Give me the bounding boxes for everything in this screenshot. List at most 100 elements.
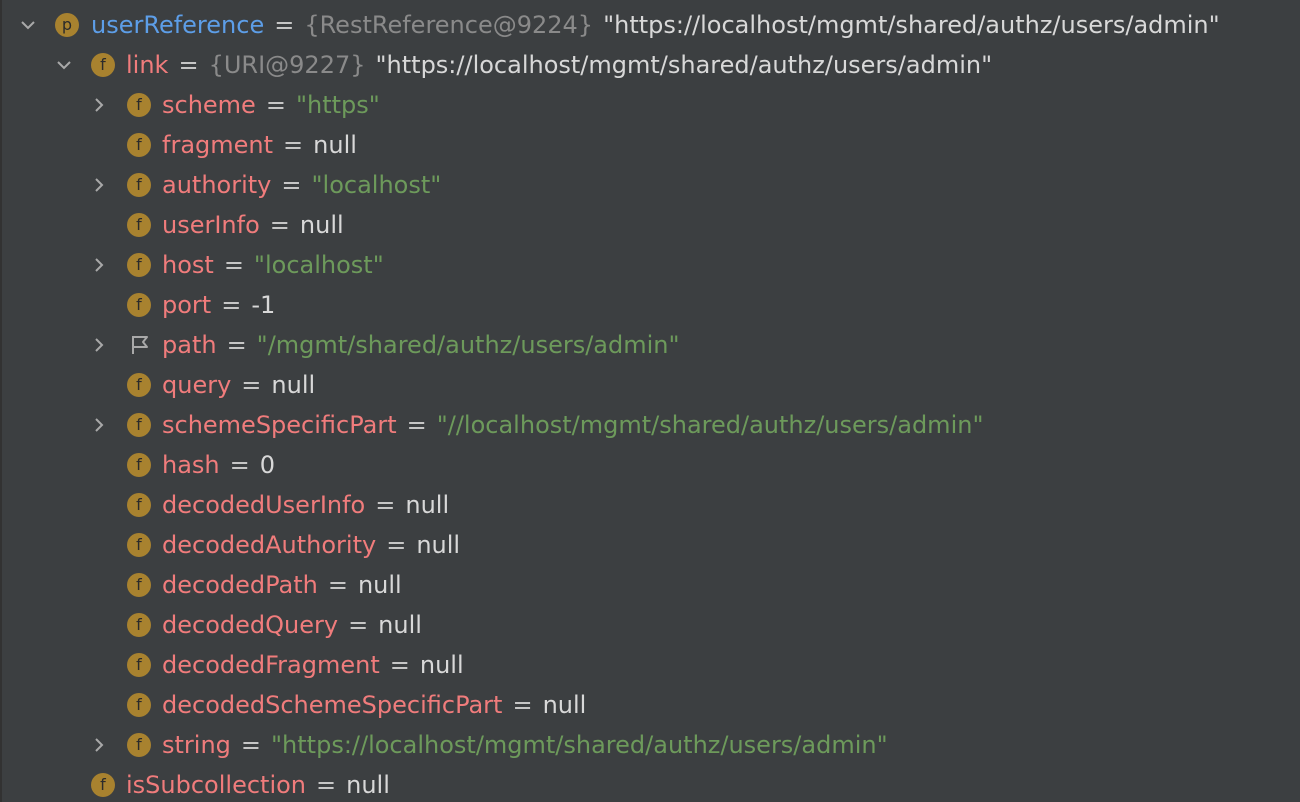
tree-row-scheme[interactable]: f scheme = "https" bbox=[0, 85, 1300, 125]
field-icon: f bbox=[127, 173, 151, 197]
tree-row-path[interactable]: path = "/mgmt/shared/authz/users/admin" bbox=[0, 325, 1300, 365]
variable-value: "https://localhost/mgmt/shared/authz/use… bbox=[603, 11, 1220, 39]
variable-name: decodedSchemeSpecificPart bbox=[162, 691, 503, 719]
tree-row-decodedPath[interactable]: f decodedPath = null bbox=[0, 565, 1300, 605]
equals-sign: = bbox=[240, 731, 262, 759]
variable-name: authority bbox=[162, 171, 272, 199]
tree-row-fragment[interactable]: f fragment = null bbox=[0, 125, 1300, 165]
variable-value: null bbox=[416, 531, 461, 559]
field-icon: f bbox=[127, 213, 151, 237]
variable-value: null bbox=[299, 211, 344, 239]
field-icon: f bbox=[127, 93, 151, 117]
equals-sign: = bbox=[406, 411, 427, 439]
chevron-down-icon[interactable] bbox=[20, 17, 36, 33]
chevron-right-icon[interactable] bbox=[91, 177, 107, 193]
equals-sign: = bbox=[316, 771, 337, 799]
variable-value: "https://localhost/mgmt/shared/authz/use… bbox=[375, 51, 993, 79]
equals-sign: = bbox=[375, 491, 396, 519]
variable-name: schemeSpecificPart bbox=[162, 411, 397, 439]
variable-name: link bbox=[126, 51, 169, 79]
variable-name: decodedFragment bbox=[162, 651, 380, 679]
equals-sign: = bbox=[389, 651, 410, 679]
variable-value: null bbox=[357, 571, 402, 599]
tree-row-query[interactable]: f query = null bbox=[0, 365, 1300, 405]
tree-row-decodedAuthority[interactable]: f decodedAuthority = null bbox=[0, 525, 1300, 565]
equals-sign: = bbox=[229, 451, 250, 479]
tree-row-authority[interactable]: f authority = "localhost" bbox=[0, 165, 1300, 205]
tree-row-schemeSpecificPart[interactable]: f schemeSpecificPart = "//localhost/mgmt… bbox=[0, 405, 1300, 445]
chevron-right-icon[interactable] bbox=[91, 257, 107, 273]
tree-row-port[interactable]: f port = -1 bbox=[0, 285, 1300, 325]
chevron-right-icon[interactable] bbox=[91, 737, 107, 753]
tree-row-link[interactable]: f link = {URI@9227} "https://localhost/m… bbox=[0, 45, 1300, 85]
field-icon: f bbox=[127, 253, 151, 277]
tree-row-decodedFragment[interactable]: f decodedFragment = null bbox=[0, 645, 1300, 685]
tree-row-hash[interactable]: f hash = 0 bbox=[0, 445, 1300, 485]
variable-value: "/mgmt/shared/authz/users/admin" bbox=[256, 331, 680, 359]
equals-sign: = bbox=[241, 371, 262, 399]
variable-value: null bbox=[419, 651, 464, 679]
equals-sign: = bbox=[348, 611, 369, 639]
object-reference: {RestReference@9224} bbox=[304, 11, 594, 39]
variable-value: 0 bbox=[259, 451, 276, 479]
chevron-right-icon[interactable] bbox=[91, 337, 107, 353]
variable-value: "localhost" bbox=[253, 251, 384, 279]
variable-name: host bbox=[162, 251, 214, 279]
field-icon: f bbox=[91, 773, 115, 797]
equals-sign: = bbox=[283, 131, 304, 159]
field-icon: f bbox=[127, 453, 151, 477]
tree-row-userReference[interactable]: p userReference = {RestReference@9224} "… bbox=[0, 5, 1300, 45]
field-icon: f bbox=[127, 413, 151, 437]
tree-row-decodedUserInfo[interactable]: f decodedUserInfo = null bbox=[0, 485, 1300, 525]
equals-sign: = bbox=[386, 531, 407, 559]
variable-name: port bbox=[162, 291, 212, 319]
equals-sign: = bbox=[269, 211, 290, 239]
variable-value: null bbox=[313, 131, 357, 159]
tree-row-string[interactable]: f string = "https://localhost/mgmt/share… bbox=[0, 725, 1300, 765]
property-icon: p bbox=[55, 13, 79, 37]
variable-name: scheme bbox=[162, 91, 256, 119]
field-icon: f bbox=[91, 53, 115, 77]
variable-name: decodedUserInfo bbox=[162, 491, 366, 519]
variable-value: null bbox=[405, 491, 450, 519]
field-icon: f bbox=[127, 493, 151, 517]
variables-tree: p userReference = {RestReference@9224} "… bbox=[0, 0, 1300, 802]
variable-value: null bbox=[271, 371, 316, 399]
variable-value: null bbox=[542, 691, 587, 719]
field-icon: f bbox=[127, 373, 151, 397]
variable-name: string bbox=[162, 731, 231, 759]
chevron-right-icon[interactable] bbox=[91, 417, 107, 433]
tree-row-userInfo[interactable]: f userInfo = null bbox=[0, 205, 1300, 245]
field-icon: f bbox=[127, 613, 151, 637]
variable-name: decodedAuthority bbox=[162, 531, 377, 559]
field-icon: f bbox=[127, 733, 151, 757]
equals-sign: = bbox=[512, 691, 533, 719]
field-icon: f bbox=[127, 573, 151, 597]
field-icon: f bbox=[127, 693, 151, 717]
variable-name: query bbox=[162, 371, 232, 399]
equals-sign: = bbox=[226, 331, 247, 359]
equals-sign: = bbox=[327, 571, 348, 599]
variable-value: null bbox=[346, 771, 390, 799]
equals-sign: = bbox=[281, 171, 302, 199]
tree-row-decodedQuery[interactable]: f decodedQuery = null bbox=[0, 605, 1300, 645]
variable-name: hash bbox=[162, 451, 220, 479]
variable-name: decodedPath bbox=[162, 571, 318, 599]
variable-value: "https" bbox=[295, 91, 380, 119]
flag-icon bbox=[128, 333, 152, 357]
field-icon: f bbox=[127, 133, 151, 157]
equals-sign: = bbox=[221, 291, 242, 319]
variable-name: path bbox=[162, 331, 217, 359]
variable-name: decodedQuery bbox=[162, 611, 339, 639]
tree-row-host[interactable]: f host = "localhost" bbox=[0, 245, 1300, 285]
equals-sign: = bbox=[274, 11, 295, 39]
chevron-right-icon[interactable] bbox=[91, 97, 107, 113]
tree-row-decodedSchemeSpecificPart[interactable]: f decodedSchemeSpecificPart = null bbox=[0, 685, 1300, 725]
field-icon: f bbox=[127, 533, 151, 557]
equals-sign: = bbox=[178, 51, 199, 79]
equals-sign: = bbox=[223, 251, 244, 279]
chevron-down-icon[interactable] bbox=[56, 57, 72, 73]
field-icon: f bbox=[127, 293, 151, 317]
variable-name: fragment bbox=[162, 131, 274, 159]
tree-row-isSubcollection[interactable]: f isSubcollection = null bbox=[0, 765, 1300, 802]
